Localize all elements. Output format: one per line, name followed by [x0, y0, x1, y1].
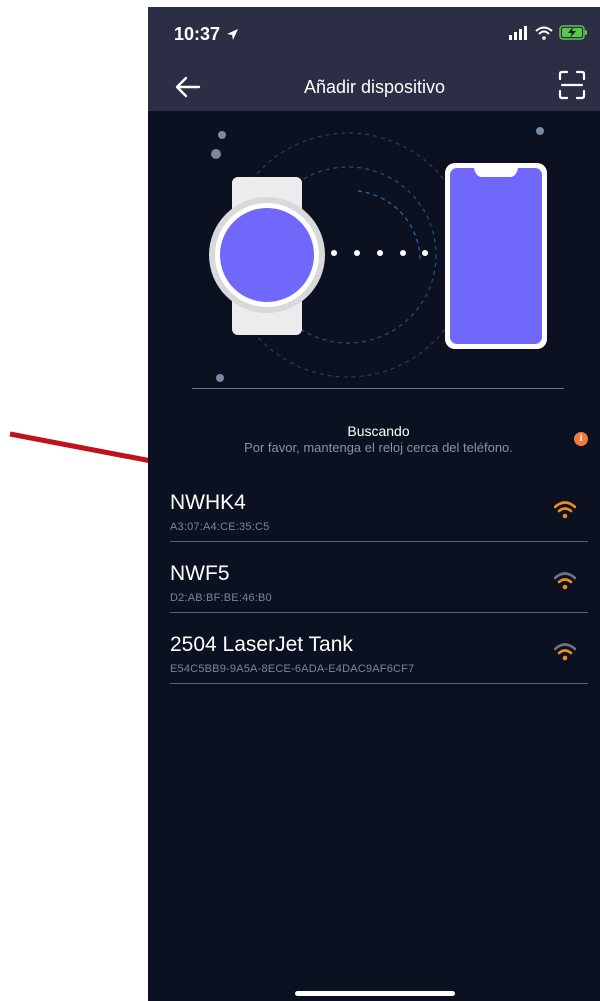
device-divider — [170, 683, 588, 684]
pairing-illustration — [209, 127, 547, 382]
smartwatch-icon — [209, 177, 325, 335]
device-item[interactable]: 2504 LaserJet Tank E54C5BB9-9A5A-8ECE-6A… — [170, 633, 588, 703]
device-divider — [170, 541, 588, 542]
battery-charging-icon — [559, 25, 587, 40]
status-icons — [509, 25, 589, 40]
device-item[interactable]: NWF5 D2:AB:BF:BE:46:B0 — [170, 562, 588, 632]
smartphone-icon — [445, 163, 547, 349]
scan-frame-icon[interactable] — [558, 70, 586, 100]
device-name: NWF5 — [170, 562, 230, 585]
device-item[interactable]: NWHK4 A3:07:A4:CE:35:C5 — [170, 491, 588, 561]
top-bar: 10:37 Añadir dispositivo — [148, 7, 600, 111]
searching-hint: Por favor, mantenga el reloj cerca del t… — [244, 440, 513, 455]
status-time: 10:37 — [174, 24, 239, 45]
wifi-status-icon — [535, 26, 553, 40]
device-name: 2504 LaserJet Tank — [170, 633, 353, 656]
device-divider — [170, 612, 588, 613]
phone-screen: 10:37 Añadir dispositivo Buscando Por fa… — [148, 7, 600, 1001]
info-icon[interactable]: i — [574, 432, 588, 446]
illustration-divider — [192, 388, 564, 389]
screenshot-canvas: 10:37 Añadir dispositivo Buscando Por fa… — [0, 0, 600, 1001]
home-indicator[interactable] — [295, 991, 455, 996]
signal-strong-icon — [554, 501, 576, 519]
searching-title: Buscando — [347, 423, 410, 439]
signal-medium-icon — [554, 572, 576, 590]
device-address: D2:AB:BF:BE:46:B0 — [170, 592, 272, 604]
location-arrow-icon — [227, 29, 239, 40]
device-address: A3:07:A4:CE:35:C5 — [170, 521, 270, 533]
signal-medium-icon — [554, 643, 576, 661]
device-address: E54C5BB9-9A5A-8ECE-6ADA-E4DAC9AF6CF7 — [170, 663, 415, 675]
page-title: Añadir dispositivo — [303, 77, 446, 97]
device-name: NWHK4 — [170, 491, 246, 514]
cellular-signal-icon — [509, 25, 527, 40]
connection-dots — [331, 250, 428, 256]
